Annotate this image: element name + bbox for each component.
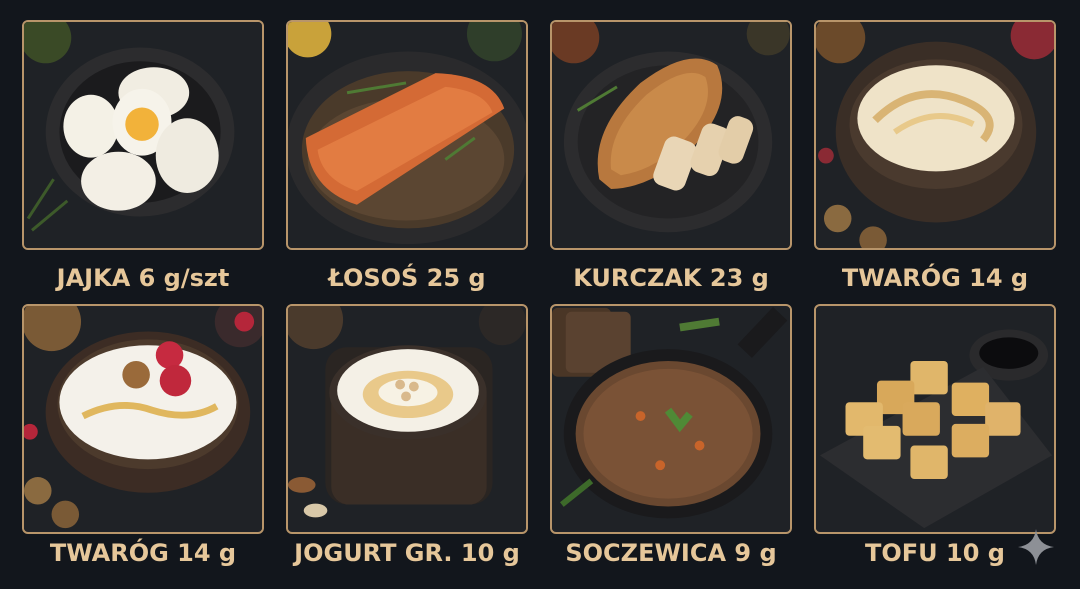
food-label-lentils: SOCZEWICA 9 g [565,539,777,567]
food-image-lentils [550,304,792,534]
food-image-salmon [286,20,528,250]
food-image-cottage-cheese [814,20,1056,250]
food-label-chicken: KURCZAK 23 g [573,264,769,292]
protein-foods-grid: JAJKA 6 g/szt ŁOSOŚ 25 g KURCZAK 23 g TW… [0,0,1080,589]
food-label-cottage-cheese: TWARÓG 14 g [841,264,1029,292]
food-label-eggs: JAJKA 6 g/szt [56,264,230,292]
food-image-eggs [22,20,264,250]
food-image-greek-yogurt [286,304,528,534]
food-image-tofu [814,304,1056,534]
food-label-salmon: ŁOSOŚ 25 g [328,264,486,292]
food-label-cottage-cheese-2: TWARÓG 14 g [49,539,237,567]
food-image-chicken [550,20,792,250]
food-image-cottage-cheese-raspberries [22,304,264,534]
food-label-greek-yogurt: JOGURT GR. 10 g [294,539,520,567]
sparkle-icon [1018,529,1054,565]
